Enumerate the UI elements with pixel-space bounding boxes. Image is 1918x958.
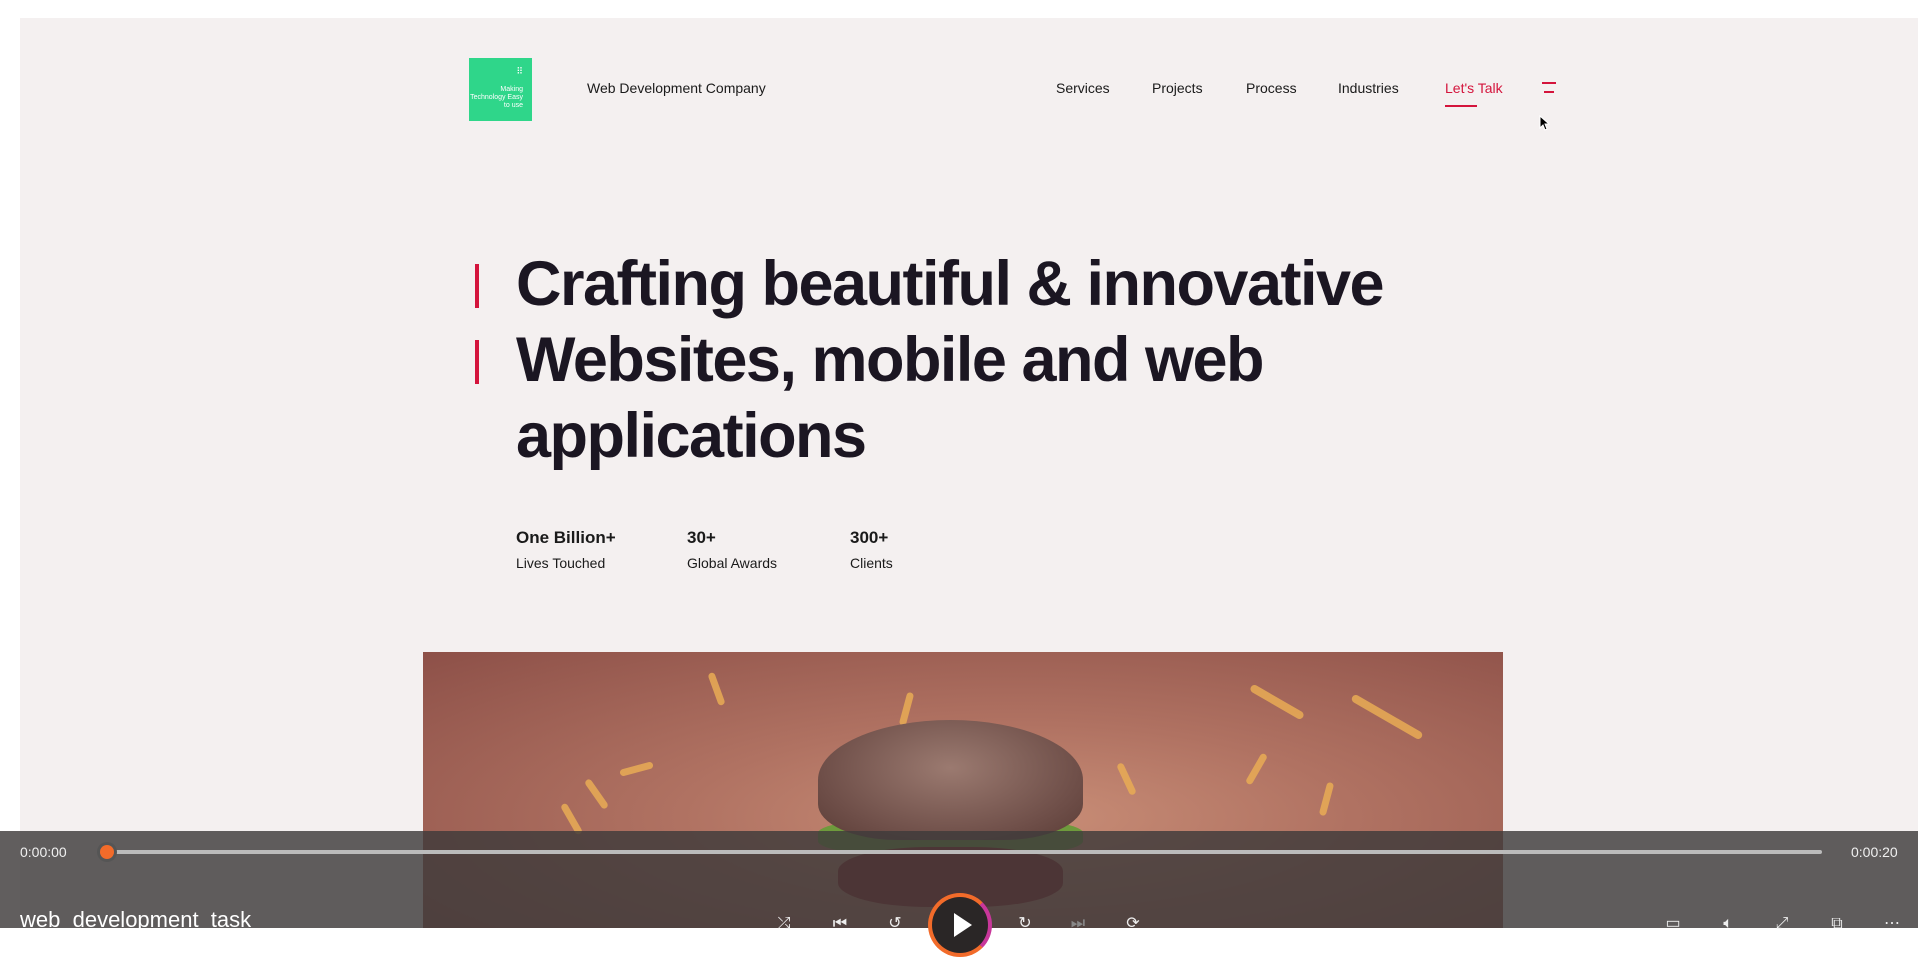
video-title: web_development_task: [20, 907, 252, 932]
stat-value: 300+: [850, 528, 889, 547]
fullscreen-icon[interactable]: ⤢: [1772, 914, 1792, 934]
logo-text: Making Technology Easy to use: [470, 86, 523, 109]
repeat-icon[interactable]: ⟳: [1123, 914, 1143, 934]
shuffle-icon[interactable]: ⤮: [774, 914, 794, 934]
stat-label: Clients: [850, 555, 893, 571]
previous-icon[interactable]: ⏮: [830, 914, 850, 934]
stat-value: One Billion+: [516, 528, 616, 547]
logo-dots-icon: ⠿: [516, 66, 523, 76]
hero-heading-line: Crafting beautiful & innovative: [516, 249, 1385, 319]
hero-accent-bar: [475, 340, 479, 384]
nav-services[interactable]: Services: [1056, 80, 1110, 96]
play-button[interactable]: [928, 893, 992, 957]
cursor-icon: [1539, 115, 1551, 131]
nav-industries[interactable]: Industries: [1338, 80, 1399, 96]
hero-accent-bar: [475, 264, 479, 308]
more-icon[interactable]: ⋯: [1882, 914, 1902, 934]
mini-player-icon[interactable]: ⧉: [1827, 914, 1847, 934]
active-nav-underline: [1445, 105, 1477, 107]
company-name: Web Development Company: [587, 80, 766, 96]
nav-projects[interactable]: Projects: [1152, 80, 1203, 96]
company-logo[interactable]: ⠿ Making Technology Easy to use: [469, 58, 532, 121]
stat-label: Global Awards: [687, 555, 778, 571]
current-time: 0:00:00: [20, 844, 67, 860]
captions-icon[interactable]: ▭: [1663, 914, 1683, 934]
rewind-10-icon[interactable]: ↺: [885, 914, 905, 934]
nav-lets-talk[interactable]: Let's Talk: [1445, 80, 1503, 96]
hero-heading-line: applications: [516, 401, 867, 471]
next-icon[interactable]: ⏭: [1068, 914, 1088, 934]
forward-30-icon[interactable]: ↻: [1015, 914, 1035, 934]
stat-value: 30+: [687, 528, 716, 547]
seek-handle[interactable]: [100, 845, 114, 859]
nav-process[interactable]: Process: [1246, 80, 1297, 96]
seek-bar[interactable]: [102, 850, 1822, 854]
stat-label: Lives Touched: [516, 555, 606, 571]
hero-heading-line: Websites, mobile and web: [516, 325, 1265, 395]
menu-icon[interactable]: [1542, 82, 1556, 94]
video-player-controls: 0:00:00 0:00:20 web_development_task ⤮ ⏮…: [0, 831, 1918, 957]
play-icon: [954, 913, 972, 937]
volume-icon[interactable]: 🔈︎: [1718, 914, 1738, 934]
web-page: ⠿ Making Technology Easy to use Web Deve…: [20, 18, 1918, 928]
duration-time: 0:00:20: [1851, 844, 1898, 860]
